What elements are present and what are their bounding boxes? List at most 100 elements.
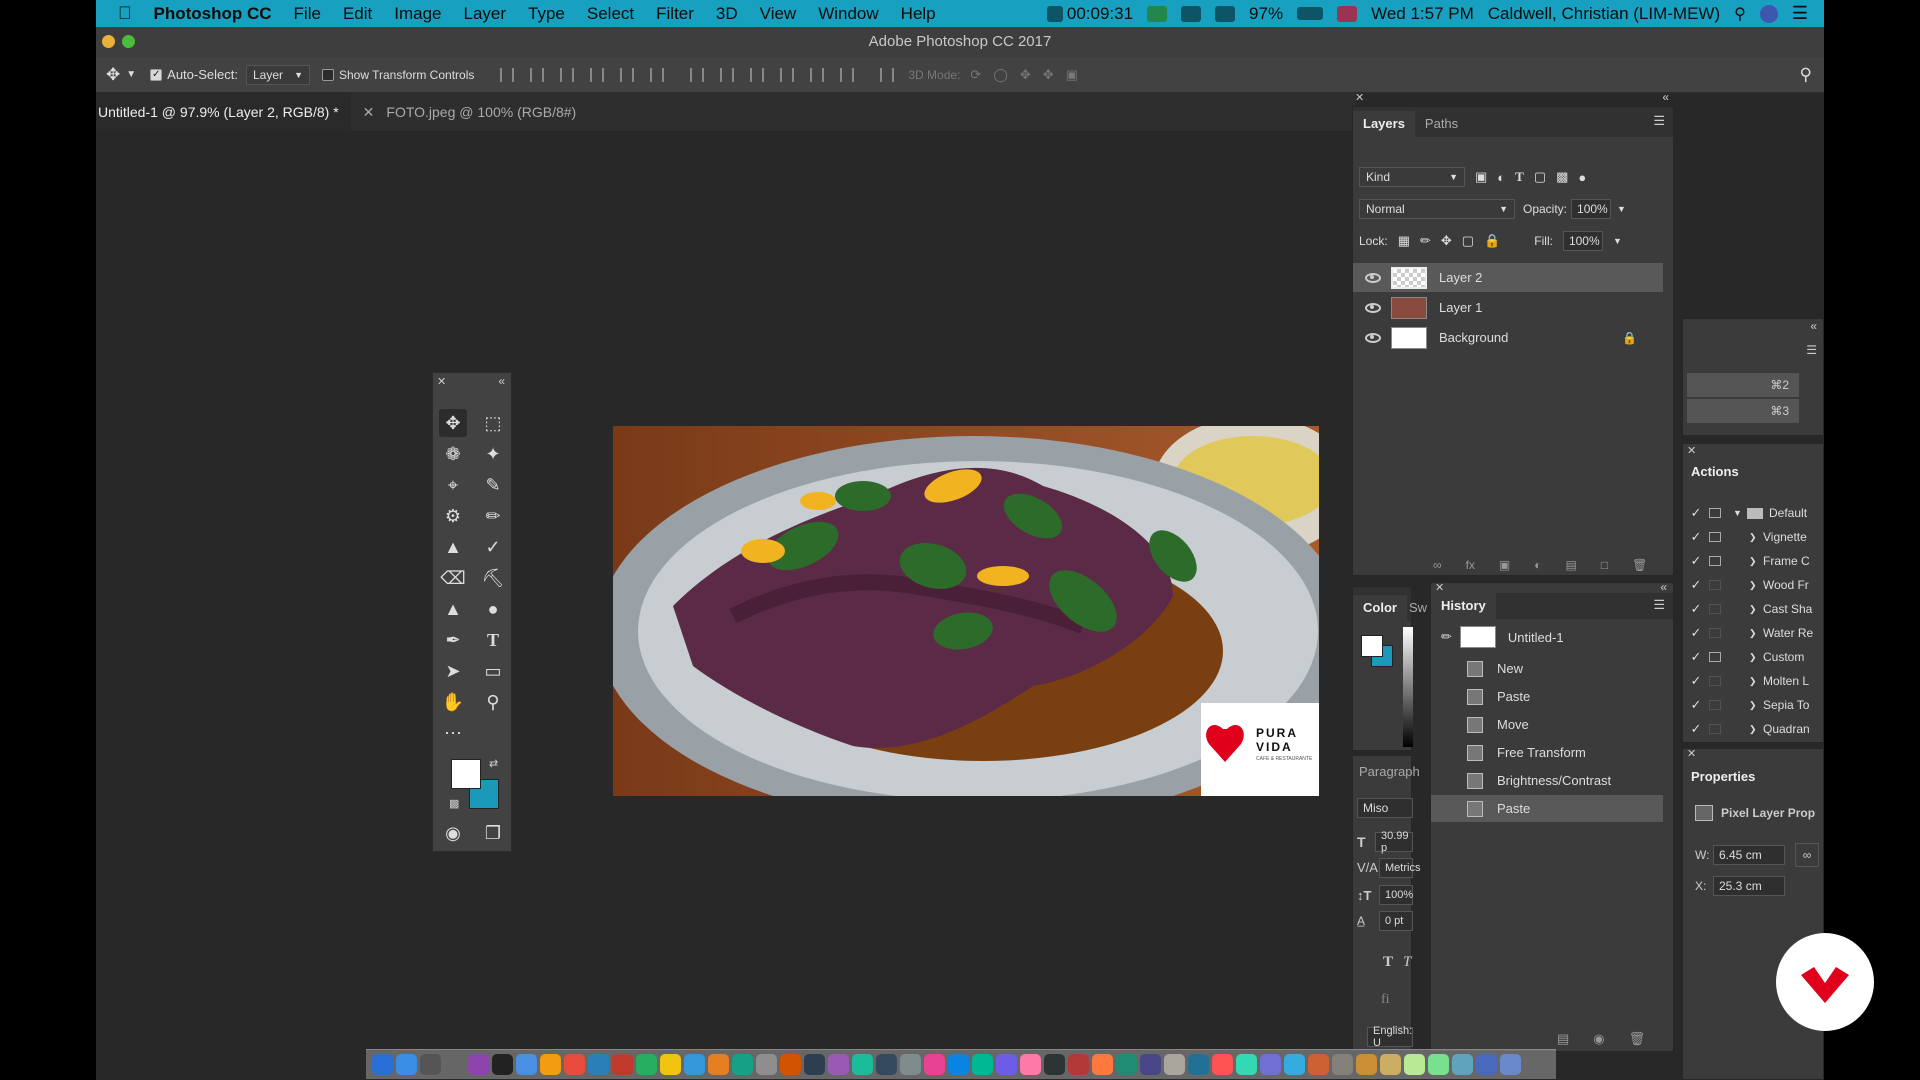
vertical-scale-field[interactable]: 100% xyxy=(1379,885,1413,905)
add-mask-icon[interactable]: ▣ xyxy=(1499,558,1510,572)
fill-chevron-icon[interactable]: ▼ xyxy=(1613,236,1622,246)
dock-app-icon[interactable] xyxy=(756,1054,777,1075)
dock-app-icon[interactable] xyxy=(492,1054,513,1075)
actions-title[interactable]: Actions xyxy=(1691,464,1739,479)
dodge-tool-icon[interactable]: ● xyxy=(479,595,507,623)
action-item[interactable]: ✓ ❯ Water Re xyxy=(1683,621,1823,645)
dock-app-icon[interactable] xyxy=(1308,1054,1329,1075)
eraser-tool-icon[interactable]: ⌫ xyxy=(439,564,467,592)
fill-field[interactable]: 100% xyxy=(1562,231,1603,251)
dialog-toggle-icon[interactable] xyxy=(1709,628,1721,638)
layer-name[interactable]: Background xyxy=(1439,330,1508,345)
type-tool-icon[interactable]: T xyxy=(479,626,507,654)
dialog-toggle-icon[interactable] xyxy=(1709,508,1721,518)
battery-percent[interactable]: 97% xyxy=(1249,4,1283,24)
dock-app-icon[interactable] xyxy=(564,1054,585,1075)
action-toggle-icon[interactable]: ✓ xyxy=(1683,649,1709,665)
dock-app-icon[interactable] xyxy=(1260,1054,1281,1075)
layer-name[interactable]: Layer 2 xyxy=(1439,270,1482,285)
dialog-toggle-icon[interactable] xyxy=(1709,652,1721,662)
menu-layer[interactable]: Layer xyxy=(453,4,518,24)
foreground-swatch[interactable] xyxy=(1361,635,1383,657)
baseline-shift-field[interactable]: 0 pt xyxy=(1379,911,1413,931)
distribute-hcenter-icon[interactable] xyxy=(810,67,825,82)
brush-tool-icon[interactable]: ✏ xyxy=(479,502,507,530)
dock-app-icon[interactable] xyxy=(468,1054,489,1075)
default-colors-icon[interactable]: ▩ xyxy=(449,797,459,810)
link-layers-icon[interactable]: ∞ xyxy=(1433,558,1442,572)
menu-3d[interactable]: 3D xyxy=(705,4,749,24)
rectangle-tool-icon[interactable]: ▭ xyxy=(479,657,507,685)
history-state[interactable]: Paste xyxy=(1431,683,1663,710)
dock-app-icon[interactable] xyxy=(588,1054,609,1075)
blur-tool-icon[interactable]: ▲ xyxy=(439,595,467,623)
close-icon[interactable]: ✕ xyxy=(437,375,446,388)
panel-menu-icon[interactable]: ☰ xyxy=(1653,113,1665,129)
distribute-left-icon[interactable] xyxy=(780,67,795,82)
move-tool-icon[interactable]: ✥ xyxy=(106,65,120,85)
3d-pan-icon[interactable]: ✥ xyxy=(1020,67,1031,83)
lock-position-icon[interactable]: ✥ xyxy=(1441,233,1452,249)
dock-app-icon[interactable] xyxy=(1236,1054,1257,1075)
search-icon[interactable]: ⚲ xyxy=(1800,65,1812,85)
menu-window[interactable]: Window xyxy=(807,4,889,24)
history-brush-source-icon[interactable]: ✏ xyxy=(1441,629,1452,645)
distribute-bottom-icon[interactable] xyxy=(750,67,765,82)
new-group-icon[interactable]: ▤ xyxy=(1566,558,1577,572)
dock-app-icon[interactable] xyxy=(612,1054,633,1075)
dock-app-icon[interactable] xyxy=(1452,1054,1473,1075)
lock-all-icon[interactable]: 🔒 xyxy=(1484,233,1500,249)
show-transform-checkbox[interactable] xyxy=(321,68,334,81)
faux-italic-icon[interactable]: T xyxy=(1403,954,1411,971)
collapse-icon[interactable]: « xyxy=(498,374,505,388)
move-tool-icon[interactable]: ✥ xyxy=(439,409,467,437)
clock[interactable]: Wed 1:57 PM xyxy=(1371,4,1474,24)
tab-color[interactable]: Color xyxy=(1353,595,1407,621)
dock-app-icon[interactable] xyxy=(1284,1054,1305,1075)
action-toggle-icon[interactable]: ✓ xyxy=(1683,601,1709,617)
expand-chevron-icon[interactable]: ❯ xyxy=(1749,604,1763,615)
dock-app-icon[interactable] xyxy=(1092,1054,1113,1075)
fx-icon[interactable]: fx xyxy=(1466,558,1475,572)
dock-app-icon[interactable] xyxy=(660,1054,681,1075)
history-state[interactable]: New xyxy=(1431,655,1663,682)
layer-kind-filter[interactable]: Kind ▼ xyxy=(1359,167,1465,187)
x-field[interactable]: 25.3 cm xyxy=(1713,876,1785,896)
action-item[interactable]: ✓ ▼ Default xyxy=(1683,501,1823,525)
3d-orbit-icon[interactable]: ⟳ xyxy=(970,67,981,83)
action-item[interactable]: ✓ ❯ Sepia To xyxy=(1683,693,1823,717)
history-state[interactable]: Paste xyxy=(1431,795,1663,822)
dock-app-icon[interactable] xyxy=(396,1054,417,1075)
tab-layers[interactable]: Layers xyxy=(1353,111,1415,137)
menu-edit[interactable]: Edit xyxy=(332,4,383,24)
lasso-tool-icon[interactable]: ❁ xyxy=(439,440,467,468)
dock-app-icon[interactable] xyxy=(828,1054,849,1075)
adjustment-filter-icon[interactable]: ◐ xyxy=(1497,170,1505,185)
dialog-toggle-icon[interactable] xyxy=(1709,676,1721,686)
shortcut-row[interactable]: ⌘3 xyxy=(1687,399,1799,423)
dock-app-icon[interactable] xyxy=(372,1054,393,1075)
action-toggle-icon[interactable]: ✓ xyxy=(1683,625,1709,641)
dock-app-icon[interactable] xyxy=(732,1054,753,1075)
dock-app-icon[interactable] xyxy=(540,1054,561,1075)
layer-row[interactable]: Background 🔒 xyxy=(1353,323,1663,352)
faux-bold-icon[interactable]: T xyxy=(1383,954,1393,971)
tab-paths[interactable]: Paths xyxy=(1415,111,1468,137)
dock-app-icon[interactable] xyxy=(924,1054,945,1075)
menu-help[interactable]: Help xyxy=(890,4,947,24)
window-zoom-button[interactable] xyxy=(122,35,135,48)
dock-app-icon[interactable] xyxy=(1380,1054,1401,1075)
creative-cloud-icon[interactable] xyxy=(1181,5,1202,22)
trash-icon[interactable]: 🗑 xyxy=(1632,558,1647,572)
align-right-icon[interactable] xyxy=(650,67,665,82)
dock-app-icon[interactable] xyxy=(996,1054,1017,1075)
paragraph-title[interactable]: Paragraph xyxy=(1359,764,1420,779)
wifi-icon[interactable] xyxy=(1215,5,1236,22)
shield-icon[interactable] xyxy=(1147,5,1168,22)
distribute-right-icon[interactable] xyxy=(840,67,855,82)
action-item[interactable]: ✓ ❯ Frame C xyxy=(1683,549,1823,573)
tab-history[interactable]: History xyxy=(1431,593,1496,619)
notification-center-icon[interactable]: ☰ xyxy=(1792,3,1808,24)
screen-mode-icon[interactable]: ❐ xyxy=(479,819,507,847)
swap-colors-icon[interactable]: ⇄ xyxy=(489,757,498,770)
